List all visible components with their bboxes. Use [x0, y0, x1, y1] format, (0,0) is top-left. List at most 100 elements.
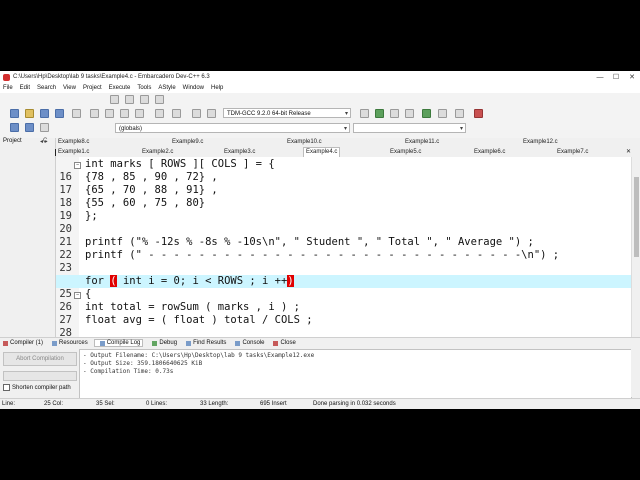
close-tab-icon[interactable]: ✕ — [624, 148, 633, 157]
toolbar-row-2: TDM-GCC 9.2.0 64-bit Release ▾ — [0, 108, 640, 122]
fold-toggle[interactable]: − — [74, 162, 81, 169]
project-tab-label: Project — [3, 138, 22, 144]
code-text: { — [85, 288, 92, 300]
compile-log-output[interactable]: - Output Filename: C:\Users\Hp\Desktop\l… — [79, 349, 632, 399]
save-icon[interactable] — [40, 109, 49, 118]
compiler-select-value: TDM-GCC 9.2.0 64-bit Release — [227, 111, 311, 117]
devcpp-window: C:\Users\Hp\Desktop\lab 9 tasks\Example4… — [0, 71, 640, 409]
tab-close[interactable]: Close — [270, 340, 296, 346]
class-tab-label[interactable]: C ◂ ▸ — [40, 138, 48, 145]
search-icon[interactable] — [155, 109, 164, 118]
menu-edit[interactable]: Edit — [20, 85, 30, 91]
menu-astyle[interactable]: AStyle — [158, 85, 175, 91]
new-file-icon[interactable] — [10, 109, 19, 118]
tab-debug[interactable]: Debug — [149, 340, 177, 346]
minimize-button[interactable]: — — [592, 74, 608, 81]
code-line: 20 }; — [56, 210, 631, 235]
checkbox-box[interactable] — [3, 384, 10, 391]
status-col-value: 35 Sel: — [96, 401, 115, 407]
profile-icon[interactable] — [455, 109, 464, 118]
log-line: - Compilation Time: 0.73s — [83, 368, 174, 375]
close-file-icon[interactable] — [72, 109, 81, 118]
tab-example3[interactable]: Example3.c — [222, 148, 257, 157]
log-scrollbar[interactable] — [631, 349, 639, 397]
scrollbar-thumb[interactable] — [634, 177, 639, 257]
code-line: 27 int total = rowSum ( marks , i ) ; — [56, 301, 631, 326]
menu-bar: File Edit Search View Project Execute To… — [0, 83, 640, 93]
debug-icon[interactable] — [438, 109, 447, 118]
bookmark-icon[interactable] — [155, 95, 164, 104]
tab-example6[interactable]: Example6.c — [472, 148, 507, 157]
abort-compilation-button[interactable]: Abort Compilation — [3, 352, 77, 366]
code-text: printf ("% -12s % -8s % -10s\n", " Stude… — [85, 236, 534, 248]
tab-example1[interactable]: Example1.c — [56, 148, 91, 157]
editor-scrollbar[interactable] — [631, 157, 640, 337]
toggle-comment-icon[interactable] — [140, 95, 149, 104]
menu-view[interactable]: View — [63, 85, 76, 91]
status-message: Done parsing in 0.032 seconds — [313, 401, 396, 407]
paste-icon[interactable] — [135, 109, 144, 118]
rebuild-icon[interactable] — [405, 109, 414, 118]
tab-example2[interactable]: Example2.c — [140, 148, 175, 157]
menu-execute[interactable]: Execute — [109, 85, 131, 91]
menu-help[interactable]: Help — [211, 85, 223, 91]
fold-toggle[interactable]: − — [74, 292, 81, 299]
status-line-label: Line: — [2, 401, 16, 407]
maximize-button[interactable]: ☐ — [608, 73, 624, 81]
cut-icon[interactable] — [105, 109, 114, 118]
tab-resources[interactable]: Resources — [49, 340, 88, 346]
close-button[interactable]: ✕ — [624, 73, 640, 81]
tab-example4[interactable]: Example4.c — [303, 147, 341, 157]
check-syntax-icon[interactable] — [422, 109, 431, 118]
tab-example11[interactable]: Example11.c — [403, 138, 441, 147]
redo-icon[interactable] — [207, 109, 216, 118]
project-panel-tab[interactable]: Project C ◂ ▸ — [0, 138, 56, 157]
unindent-icon[interactable] — [125, 95, 134, 104]
indent-icon[interactable] — [110, 95, 119, 104]
code-text: float avg = ( float ) total / COLS ; — [85, 314, 313, 326]
code-text: {55 , 60 , 75 , 80} — [85, 197, 206, 209]
print-icon[interactable] — [90, 109, 99, 118]
tab-example8[interactable]: Example8.c — [56, 138, 91, 147]
code-text: {78 , 85 , 90 , 72} , — [85, 171, 218, 183]
tab-example5[interactable]: Example5.c — [388, 148, 423, 157]
line-number: 28 — [59, 327, 72, 337]
menu-search[interactable]: Search — [37, 85, 56, 91]
scope-select[interactable]: (globals) ▾ — [115, 123, 350, 133]
compile-icon[interactable] — [360, 109, 369, 118]
window-title: C:\Users\Hp\Desktop\lab 9 tasks\Example4… — [13, 74, 210, 80]
open-file-icon[interactable] — [25, 109, 34, 118]
tab-console[interactable]: Console — [232, 340, 264, 346]
compiler-select[interactable]: TDM-GCC 9.2.0 64-bit Release ▾ — [223, 108, 351, 118]
function-select[interactable]: ▾ — [353, 123, 466, 133]
compile-run-icon[interactable] — [390, 109, 399, 118]
undo-icon[interactable] — [192, 109, 201, 118]
tab-example7[interactable]: Example7.c — [555, 148, 590, 157]
menu-project[interactable]: Project — [83, 85, 102, 91]
tab-example12[interactable]: Example12.c — [521, 138, 560, 147]
menu-window[interactable]: Window — [183, 85, 204, 91]
shorten-path-checkbox[interactable]: Shorten compiler path — [3, 384, 71, 391]
tab-compile-log[interactable]: Compile Log — [93, 339, 144, 347]
replace-icon[interactable] — [172, 109, 181, 118]
menu-file[interactable]: File — [3, 85, 13, 91]
tab-example10[interactable]: Example10.c — [285, 138, 324, 147]
new-project-icon[interactable] — [10, 123, 19, 132]
class-browser-icon[interactable] — [25, 123, 34, 132]
stop-execution-icon[interactable] — [474, 109, 483, 118]
copy-icon[interactable] — [120, 109, 129, 118]
chevron-down-icon: ▾ — [459, 126, 463, 132]
run-icon[interactable] — [375, 109, 384, 118]
menu-tools[interactable]: Tools — [137, 85, 151, 91]
toolbar-area: TDM-GCC 9.2.0 64-bit Release ▾ (globals)… — [0, 93, 640, 139]
tab-find-results[interactable]: Find Results — [183, 340, 226, 346]
goto-icon[interactable] — [40, 123, 49, 132]
code-editor[interactable]: 16 − int marks [ ROWS ][ COLS ] = { 17 {… — [56, 157, 631, 337]
save-all-icon[interactable] — [55, 109, 64, 118]
tab-compiler[interactable]: Compiler (1) — [0, 340, 43, 346]
code-line: 28 float avg = ( float ) total / COLS ; — [56, 314, 631, 337]
find-icon — [186, 340, 192, 346]
toolbar-row-3: (globals) ▾ ▾ — [0, 123, 640, 136]
status-bar: Line: 25 Col: 35 Sel: 0 Lines: 33 Length… — [0, 398, 640, 409]
tab-example9[interactable]: Example9.c — [170, 138, 205, 147]
